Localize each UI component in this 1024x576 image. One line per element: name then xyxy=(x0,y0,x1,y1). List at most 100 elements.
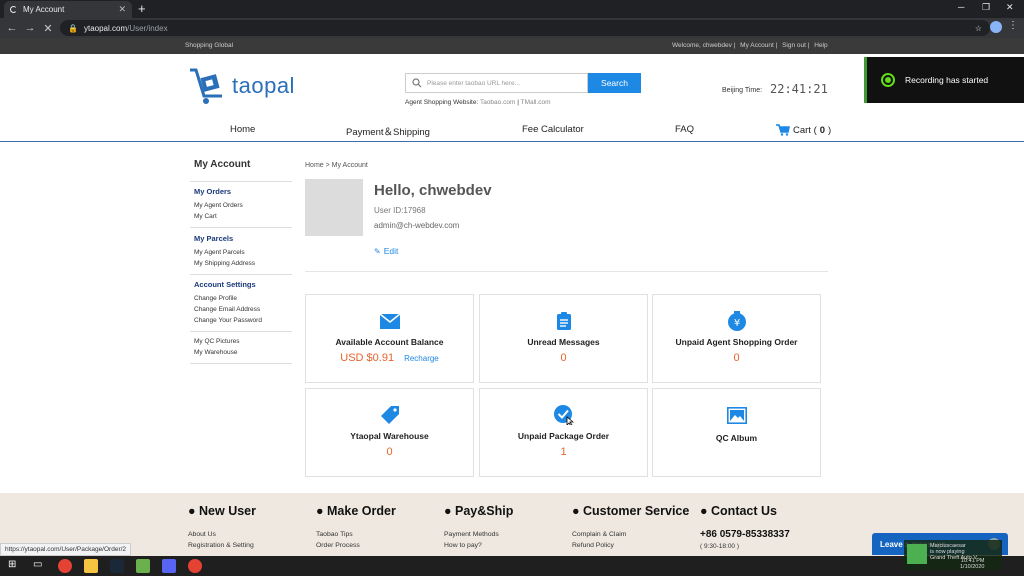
url-path: /User/index xyxy=(127,23,168,33)
pencil-icon: ✎ xyxy=(374,246,381,256)
bookmark-star-icon[interactable]: ☆ xyxy=(975,24,982,33)
footer-link-how-to-pay[interactable]: How to pay? xyxy=(444,542,482,549)
footer-link-taobao-tips[interactable]: Taobao Tips xyxy=(316,531,353,538)
clock-date: 1/10/2020 xyxy=(960,564,985,570)
image-icon xyxy=(726,406,747,424)
footer-heading-contact-us: ● Contact Us xyxy=(700,504,778,518)
messages-title: Unread Messages xyxy=(527,337,600,347)
nav-fee-calculator[interactable]: Fee Calculator xyxy=(522,124,584,135)
unpaid-agent-title: Unpaid Agent Shopping Order xyxy=(675,337,798,347)
svg-text:¥: ¥ xyxy=(733,318,739,329)
minimize-icon[interactable]: ─ xyxy=(958,2,964,12)
envelope-icon xyxy=(379,313,400,329)
sidebar-item-cart[interactable]: My Cart xyxy=(194,213,217,220)
game-thumbnail-icon xyxy=(907,544,927,564)
restore-icon[interactable]: ❐ xyxy=(982,2,990,13)
browser-tab-bar: My Account ✕ + ─ ❐ ✕ xyxy=(0,0,1024,18)
sidebar-item-agent-orders[interactable]: My Agent Orders xyxy=(194,202,243,209)
sidebar-title: My Account xyxy=(194,159,251,170)
sidebar-item-change-password[interactable]: Change Your Password xyxy=(194,317,262,324)
file-explorer-icon[interactable] xyxy=(84,559,98,573)
sidebar-divider xyxy=(190,274,292,275)
sidebar-item-agent-parcels[interactable]: My Agent Parcels xyxy=(194,249,245,256)
nav-payment-shipping[interactable]: Payment＆Shipping xyxy=(346,124,430,138)
address-bar[interactable]: 🔒 ytaopal.com/User/index ☆ xyxy=(60,20,990,36)
discord-icon[interactable] xyxy=(162,559,176,573)
sidebar-divider xyxy=(190,181,292,182)
footer-link-refund[interactable]: Refund Policy xyxy=(572,542,614,549)
sidebar-item-change-email[interactable]: Change Email Address xyxy=(194,306,260,313)
footer-link-payment-methods[interactable]: Payment Methods xyxy=(444,531,499,538)
card-unpaid-package-order[interactable]: Unpaid Package Order 1 xyxy=(479,388,648,477)
greeting-title: Hello, chwebdev xyxy=(374,182,492,199)
chrome-taskbar-icon[interactable] xyxy=(58,559,72,573)
cart-label: Cart ( xyxy=(793,124,817,136)
welcome-text: Welcome, chwebdev | xyxy=(672,42,736,49)
recharge-link[interactable]: Recharge xyxy=(404,354,439,363)
wechat-icon[interactable] xyxy=(136,559,150,573)
sidebar-item-shipping-address[interactable]: My Shipping Address xyxy=(194,260,255,267)
footer-link-complain[interactable]: Complain & Claim xyxy=(572,531,626,538)
sidebar-heading-orders: My Orders xyxy=(194,187,232,196)
sidebar-divider xyxy=(190,363,292,364)
sidebar-item-warehouse[interactable]: My Warehouse xyxy=(194,349,237,356)
card-qc-album[interactable]: QC Album xyxy=(652,388,821,477)
sidebar-heading-settings: Account Settings xyxy=(194,280,256,289)
cart-logo-icon xyxy=(190,68,222,104)
agent-label: Agent Shopping Website: xyxy=(405,99,479,106)
status-bar-url: https://ytaopal.com/User/Package/Order/2 xyxy=(0,543,132,556)
cart-count: 0 xyxy=(819,124,826,136)
windows-start-icon[interactable]: ⊞ xyxy=(8,559,16,570)
tmall-link[interactable]: TMall.com xyxy=(521,99,551,106)
qc-album-title: QC Album xyxy=(715,433,758,443)
sidebar-item-change-profile[interactable]: Change Profile xyxy=(194,295,237,302)
footer-link-about-us[interactable]: About Us xyxy=(188,531,216,538)
browser-menu-icon[interactable]: ⋮ xyxy=(1008,20,1018,31)
chrome-taskbar-icon-2[interactable] xyxy=(188,559,202,573)
card-warehouse[interactable]: Ytaopal Warehouse 0 xyxy=(305,388,474,477)
steam-icon[interactable] xyxy=(110,559,124,573)
search-button[interactable]: Search xyxy=(588,73,641,93)
nav-cart[interactable]: Cart ( 0 ) xyxy=(776,124,831,136)
avatar xyxy=(305,179,363,236)
sidebar-item-qc-pictures[interactable]: My QC Pictures xyxy=(194,338,240,345)
search-icon xyxy=(412,78,422,88)
beijing-time-label: Beijing Time: xyxy=(722,87,763,94)
balance-title: Available Account Balance xyxy=(335,337,444,347)
edit-label: Edit xyxy=(383,246,399,256)
new-tab-button[interactable]: + xyxy=(138,1,146,16)
taskbar-clock: 10:41 PM 1/10/2020 xyxy=(960,558,984,570)
taobao-link[interactable]: Taobao.com xyxy=(480,99,515,106)
shopping-global-label: Shopping Global xyxy=(185,42,234,49)
clipboard-icon xyxy=(556,312,571,330)
tab-close-icon[interactable]: ✕ xyxy=(118,4,126,15)
browser-tab[interactable]: My Account ✕ xyxy=(4,1,132,18)
top-my-account-link[interactable]: My Account | xyxy=(740,42,777,49)
beijing-time-value: 22:41:21 xyxy=(770,82,828,96)
sign-out-link[interactable]: Sign out | xyxy=(782,42,809,49)
footer-link-registration[interactable]: Registration & Setting xyxy=(188,542,254,549)
sidebar-divider xyxy=(190,227,292,228)
nav-faq[interactable]: FAQ xyxy=(675,124,694,135)
forward-icon[interactable]: → xyxy=(21,22,39,34)
nav-home[interactable]: Home xyxy=(230,124,255,135)
card-unread-messages[interactable]: Unread Messages 0 xyxy=(479,294,648,383)
windows-taskbar: ⊞ ▭ xyxy=(0,556,1024,576)
footer-link-order-process[interactable]: Order Process xyxy=(316,542,360,549)
profile-avatar-icon[interactable] xyxy=(990,21,1002,33)
card-unpaid-agent-order[interactable]: ¥ Unpaid Agent Shopping Order 0 xyxy=(652,294,821,383)
breadcrumb[interactable]: Home > My Account xyxy=(305,162,368,169)
unpaid-agent-value: 0 xyxy=(733,352,740,364)
agent-shopping-websites: Agent Shopping Website: Taobao.com | TMa… xyxy=(405,99,551,106)
help-link[interactable]: Help xyxy=(814,42,827,49)
warehouse-value: 0 xyxy=(386,446,393,458)
task-view-icon[interactable]: ▭ xyxy=(33,559,42,570)
site-logo[interactable]: taopal xyxy=(188,66,295,106)
search-input[interactable]: Please enter taobao URL here... xyxy=(405,73,588,93)
back-icon[interactable]: ← xyxy=(3,22,21,34)
edit-profile-link[interactable]: ✎ Edit xyxy=(374,246,398,256)
unpaid-package-value: 1 xyxy=(560,446,567,458)
user-email: admin@ch-webdev.com xyxy=(374,221,460,230)
stop-icon[interactable]: ✕ xyxy=(39,22,57,35)
window-close-icon[interactable]: ✕ xyxy=(1006,2,1014,13)
